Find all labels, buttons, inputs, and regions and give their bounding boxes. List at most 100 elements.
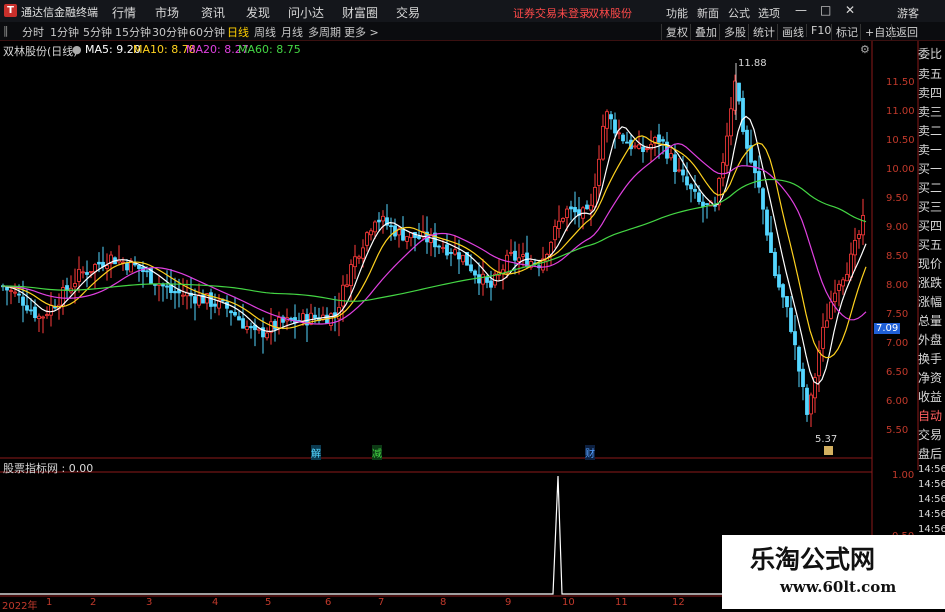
- rp-weibi[interactable]: 委比: [918, 45, 945, 62]
- minimize-icon[interactable]: —: [795, 3, 807, 17]
- rp-trade[interactable]: 交易: [918, 426, 945, 443]
- rp-sell5[interactable]: 卖五: [918, 65, 945, 82]
- price-tick: 10.50: [886, 135, 915, 146]
- candle-body: [821, 326, 825, 349]
- btn-fanhui[interactable]: 返回: [891, 24, 918, 40]
- chart-settings-icon[interactable]: ⚙: [860, 43, 870, 56]
- price-tick: 8.00: [886, 280, 909, 291]
- menu-gongneng[interactable]: 功能: [666, 5, 688, 21]
- candle-body: [441, 247, 445, 250]
- login-notice[interactable]: 证券交易未登录: [513, 5, 590, 21]
- menu-wenxiaoda[interactable]: 问小达: [288, 4, 324, 21]
- rp-sell2[interactable]: 卖二: [918, 122, 945, 139]
- menu-zixun[interactable]: 资讯: [201, 4, 225, 21]
- tab-5min[interactable]: 5分钟: [83, 24, 112, 40]
- candle-body: [517, 257, 521, 262]
- rp-net-assets[interactable]: 净资: [918, 369, 945, 386]
- candle-body: [165, 285, 169, 288]
- tab-multi-period[interactable]: 多周期: [308, 24, 341, 40]
- candle-body: [549, 241, 553, 255]
- date-tick: 12: [672, 597, 685, 608]
- candle-body: [669, 153, 673, 159]
- tab-more[interactable]: 更多 >: [344, 24, 379, 40]
- menu-hangqing[interactable]: 行情: [112, 4, 136, 21]
- tab-daily[interactable]: 日线: [227, 24, 249, 40]
- legend-toggle-icon[interactable]: ●: [72, 43, 82, 56]
- rp-buy2[interactable]: 买二: [918, 179, 945, 196]
- candle-body: [553, 226, 557, 241]
- user-label[interactable]: 游客: [897, 5, 919, 21]
- candle-body: [837, 283, 841, 291]
- btn-f10[interactable]: F10: [806, 24, 831, 37]
- candle-body: [313, 314, 317, 319]
- candle-body: [853, 239, 857, 256]
- candle-body: [85, 272, 89, 275]
- stock-link[interactable]: 双林股份: [588, 5, 632, 21]
- rp-earnings[interactable]: 收益: [918, 388, 945, 405]
- date-tick: 4: [212, 597, 219, 608]
- menu-jiaoyi[interactable]: 交易: [396, 4, 420, 21]
- date-tick: 3: [146, 597, 153, 608]
- event-marker-icon[interactable]: [824, 446, 833, 455]
- tab-monthly[interactable]: 月线: [281, 24, 303, 40]
- menu-xinmian[interactable]: 新面: [697, 5, 719, 21]
- menu-xuanxiang[interactable]: 选项: [758, 5, 780, 21]
- maximize-icon[interactable]: □: [820, 3, 831, 17]
- rp-buy3[interactable]: 买三: [918, 198, 945, 215]
- rp-outer[interactable]: 外盘: [918, 331, 945, 348]
- candle-body: [97, 261, 101, 265]
- event-badge-cai[interactable]: 财: [585, 445, 595, 460]
- candle-body: [365, 232, 369, 246]
- candle-body: [21, 296, 25, 306]
- candle-body: [349, 264, 353, 287]
- candle-body: [505, 254, 509, 274]
- candle-body: [461, 254, 465, 263]
- rp-change-pct[interactable]: 涨幅: [918, 293, 945, 310]
- candle-body: [173, 291, 177, 294]
- tab-30min[interactable]: 30分钟: [152, 24, 188, 40]
- rp-buy5[interactable]: 买五: [918, 236, 945, 253]
- rp-auto[interactable]: 自动: [918, 407, 945, 424]
- menu-faxian[interactable]: 发现: [246, 4, 270, 21]
- watermark-title: 乐淘公式网: [750, 545, 876, 574]
- btn-fuquan[interactable]: 复权: [661, 24, 688, 40]
- btn-tongji[interactable]: 统计: [748, 24, 775, 40]
- menu-caifuquan[interactable]: 财富圈: [342, 4, 378, 21]
- event-badge-jie[interactable]: 解: [311, 445, 321, 460]
- rp-sell3[interactable]: 卖三: [918, 103, 945, 120]
- event-badge-jian[interactable]: 减: [372, 445, 382, 460]
- candle-body: [721, 162, 725, 179]
- btn-biaoji[interactable]: 标记: [831, 24, 858, 40]
- menu-shichang[interactable]: 市场: [155, 4, 179, 21]
- tab-1min[interactable]: 1分钟: [50, 24, 79, 40]
- rp-sell1[interactable]: 卖一: [918, 141, 945, 158]
- close-icon[interactable]: ✕: [845, 3, 855, 17]
- date-tick: 1: [46, 597, 53, 608]
- rp-after-hours[interactable]: 盘后: [918, 445, 945, 462]
- rp-buy1[interactable]: 买一: [918, 160, 945, 177]
- btn-diejia[interactable]: 叠加: [690, 24, 717, 40]
- tab-weekly[interactable]: 周线: [254, 24, 276, 40]
- candle-body: [373, 221, 377, 233]
- kline-chart[interactable]: [0, 41, 945, 609]
- tab-15min[interactable]: 15分钟: [115, 24, 151, 40]
- rp-change[interactable]: 涨跌: [918, 274, 945, 291]
- rp-buy4[interactable]: 买四: [918, 217, 945, 234]
- menu-gongshi[interactable]: 公式: [728, 5, 750, 21]
- tab-60min[interactable]: 60分钟: [189, 24, 225, 40]
- candle-body: [125, 262, 129, 271]
- candle-body: [857, 234, 861, 239]
- stock-name-label: 双林股份(日线): [3, 45, 78, 58]
- candle-body: [9, 290, 13, 292]
- rp-turnover[interactable]: 换手: [918, 350, 945, 367]
- rp-sell4[interactable]: 卖四: [918, 84, 945, 101]
- candle-body: [785, 296, 789, 308]
- date-tick: 10: [562, 597, 575, 608]
- rp-price[interactable]: 现价: [918, 255, 945, 272]
- candle-body: [405, 236, 409, 242]
- btn-duogu[interactable]: 多股: [719, 24, 746, 40]
- tab-fenshi[interactable]: 分时: [22, 24, 44, 40]
- candle-body: [237, 316, 241, 321]
- rp-volume[interactable]: 总量: [918, 312, 945, 329]
- btn-huaxian[interactable]: 画线: [777, 24, 804, 40]
